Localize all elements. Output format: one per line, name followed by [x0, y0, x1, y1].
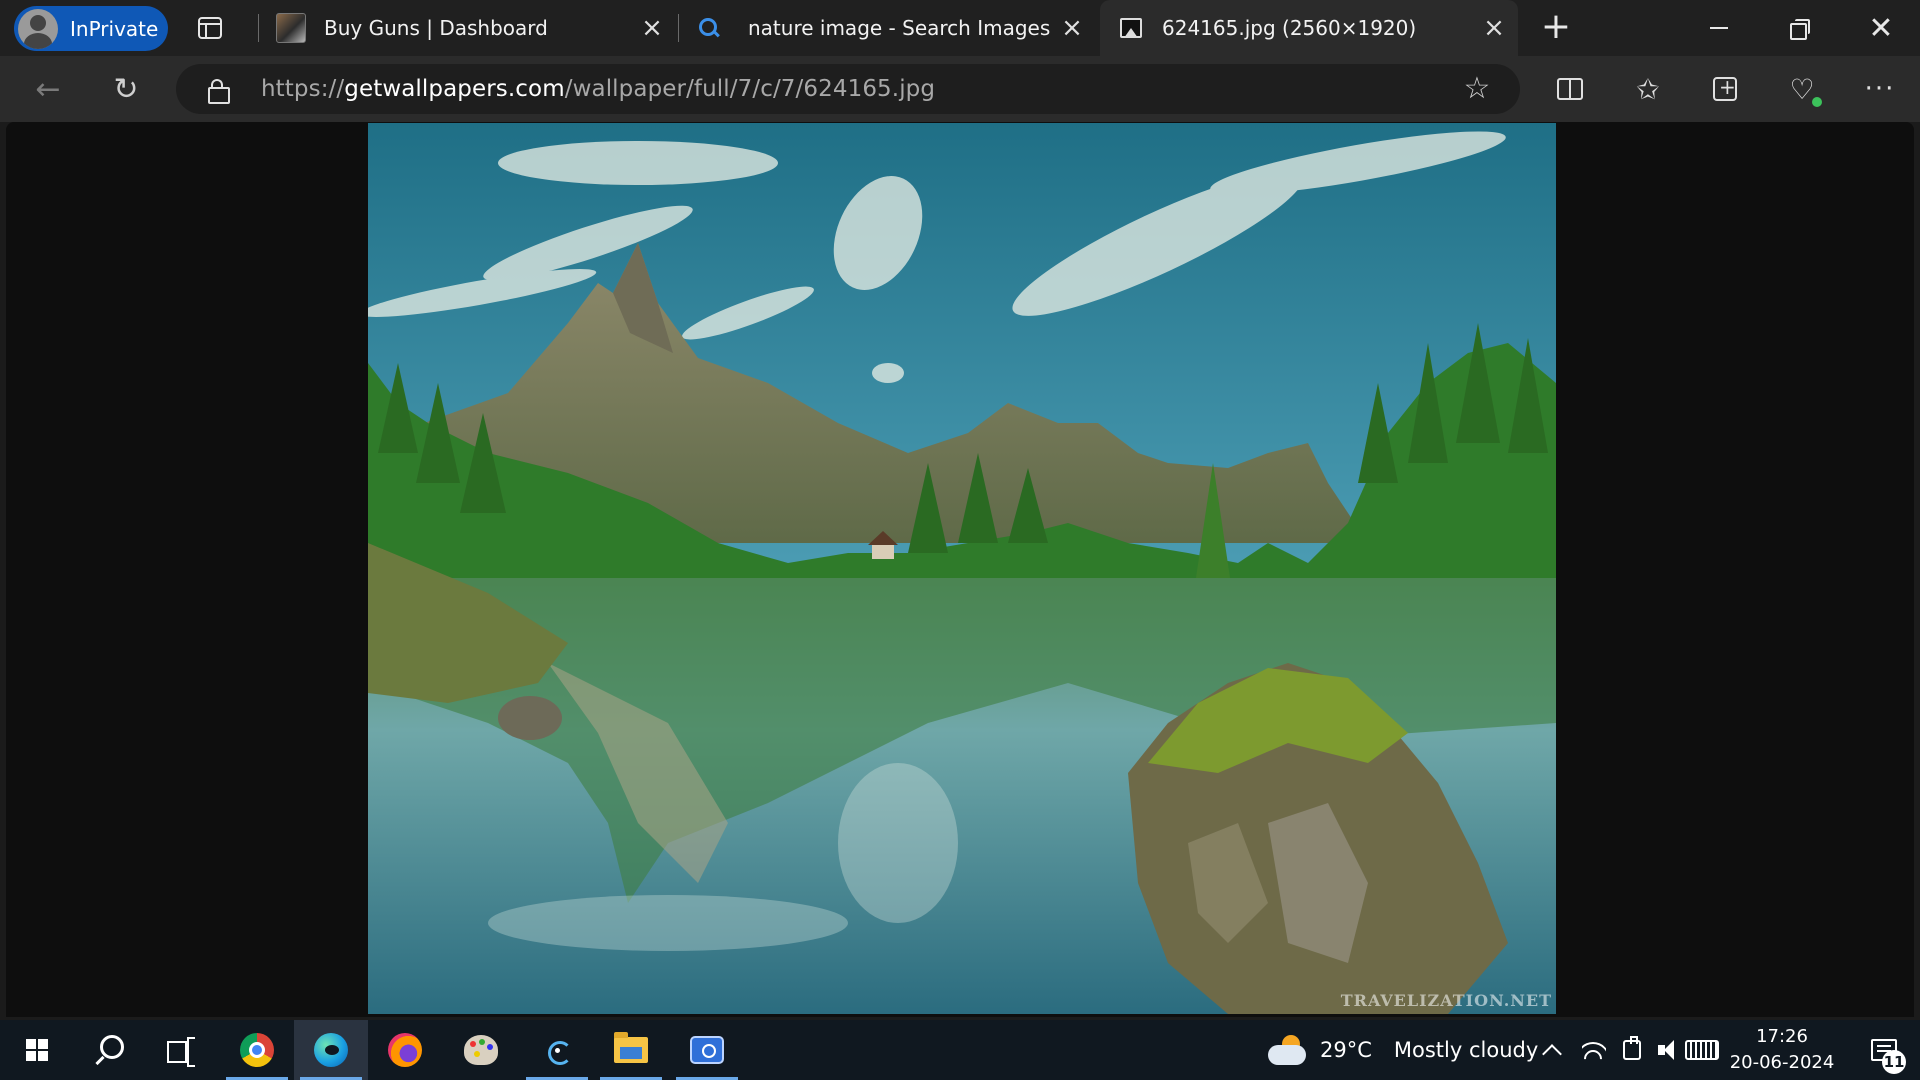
notification-center-button[interactable]: 11	[1854, 1020, 1914, 1080]
task-view-button[interactable]	[144, 1020, 218, 1080]
touch-keyboard-button[interactable]	[1680, 1020, 1724, 1080]
start-button[interactable]	[0, 1020, 74, 1080]
taskbar-file-explorer[interactable]	[594, 1020, 668, 1080]
close-tab-icon[interactable]: ×	[1480, 14, 1508, 42]
camera-icon	[690, 1036, 724, 1064]
battery-icon	[1623, 1036, 1641, 1060]
url-host: getwallpapers.com	[344, 76, 565, 102]
taskbar-camera[interactable]	[670, 1020, 744, 1080]
speaker-icon	[1658, 1040, 1682, 1060]
tab-title: Buy Guns | Dashboard	[324, 16, 548, 40]
show-hidden-icons-button[interactable]	[1534, 1020, 1570, 1080]
image-favicon-icon	[1120, 18, 1142, 38]
split-screen-icon	[1557, 78, 1583, 100]
clock[interactable]: 17:26 20-06-2024	[1728, 1020, 1836, 1080]
weather-temperature: 29°C	[1320, 1038, 1372, 1062]
minimize-button[interactable]	[1680, 0, 1758, 56]
tab-nature-image-search[interactable]: nature image - Search Images ×	[682, 0, 1096, 56]
weather-condition: Mostly cloudy	[1393, 1038, 1539, 1062]
taskbar-paint[interactable]	[444, 1020, 518, 1080]
inprivate-label: InPrivate	[70, 16, 159, 41]
profile-avatar-icon	[18, 8, 58, 49]
search-favicon-icon	[696, 15, 722, 41]
tab-bar: InPrivate Buy Guns | Dashboard × nature …	[0, 0, 1920, 56]
taskbar-edge[interactable]	[294, 1020, 368, 1080]
search-icon	[94, 1035, 124, 1065]
tab-title: 624165.jpg (2560×1920)	[1162, 16, 1417, 40]
weather-widget[interactable]: 29°C Mostly cloudy	[1268, 1020, 1538, 1080]
close-window-button[interactable]: ✕	[1842, 0, 1920, 56]
favorites-button[interactable]: ✩	[1626, 67, 1670, 111]
keyboard-icon	[1685, 1040, 1719, 1060]
task-view-icon	[167, 1037, 195, 1067]
status-dot	[1812, 97, 1822, 107]
close-tab-icon[interactable]: ×	[1058, 14, 1086, 42]
url-text[interactable]: https://getwallpapers.com/wallpaper/full…	[261, 76, 935, 102]
windows-logo-icon	[26, 1039, 48, 1061]
inprivate-profile-button[interactable]: InPrivate	[14, 6, 168, 51]
tab-actions-icon	[198, 17, 222, 39]
dashboard-favicon-icon	[276, 13, 306, 43]
heartbeat-icon: ♡	[1789, 72, 1815, 106]
refresh-button[interactable]: ↻	[104, 67, 148, 111]
address-bar[interactable]: https://getwallpapers.com/wallpaper/full…	[176, 64, 1520, 114]
restore-button[interactable]	[1760, 0, 1838, 56]
navigation-toolbar: ← ↻ https://getwallpapers.com/wallpaper/…	[0, 56, 1920, 122]
tab-separator	[258, 14, 259, 42]
wifi-icon	[1582, 1040, 1606, 1060]
page-viewport: TRAVELIZATION.NET	[6, 122, 1914, 1017]
landscape-photo-drawing	[368, 123, 1556, 1014]
tab-title: nature image - Search Images	[748, 16, 1051, 40]
url-scheme: https://	[261, 76, 345, 102]
file-explorer-icon	[614, 1032, 648, 1063]
url-path: /wallpaper/full/7/c/7/624165.jpg	[564, 76, 936, 102]
edge-icon	[314, 1033, 348, 1067]
firefox-icon	[388, 1033, 422, 1067]
tab-actions-menu-button[interactable]	[190, 10, 230, 46]
favorites-icon: ✩	[1636, 72, 1660, 106]
partly-cloudy-icon	[1268, 1035, 1308, 1065]
favorite-star-icon[interactable]: ☆	[1460, 72, 1494, 106]
new-tab-button[interactable]: +	[1536, 8, 1576, 48]
close-tab-icon[interactable]: ×	[638, 14, 666, 42]
notification-count-badge: 11	[1882, 1050, 1906, 1074]
landscape-photo[interactable]: TRAVELIZATION.NET	[368, 123, 1556, 1014]
search-button[interactable]	[72, 1020, 146, 1080]
taskbar-chrome[interactable]	[220, 1020, 294, 1080]
back-button[interactable]: ←	[26, 67, 70, 111]
snipping-tool-icon	[542, 1035, 572, 1065]
taskbar-firefox[interactable]	[368, 1020, 442, 1080]
chevron-up-icon	[1542, 1044, 1562, 1064]
clock-date: 20-06-2024	[1729, 1052, 1835, 1073]
taskbar-snipping-tool[interactable]	[520, 1020, 594, 1080]
lock-icon[interactable]	[208, 79, 230, 104]
battery-button[interactable]	[1614, 1020, 1650, 1080]
watermark-text: TRAVELIZATION.NET	[1340, 991, 1552, 1010]
browser-essentials-button[interactable]: ♡	[1780, 67, 1824, 111]
collections-icon	[1713, 75, 1737, 101]
collections-button[interactable]	[1703, 67, 1747, 111]
split-screen-button[interactable]	[1548, 67, 1592, 111]
network-button[interactable]	[1574, 1020, 1614, 1080]
settings-and-more-button[interactable]: ···	[1858, 67, 1902, 111]
tab-separator	[678, 14, 679, 42]
chrome-icon	[240, 1033, 274, 1067]
windows-taskbar: 29°C Mostly cloudy 17:26 20-06-2024 11	[0, 1020, 1920, 1080]
minimize-icon	[1710, 27, 1728, 29]
tab-buy-guns-dashboard[interactable]: Buy Guns | Dashboard ×	[262, 0, 676, 56]
tab-image-624165[interactable]: 624165.jpg (2560×1920) ×	[1100, 0, 1518, 56]
paint-palette-icon	[464, 1035, 498, 1065]
clock-time: 17:26	[1756, 1026, 1808, 1047]
restore-icon	[1790, 19, 1810, 40]
